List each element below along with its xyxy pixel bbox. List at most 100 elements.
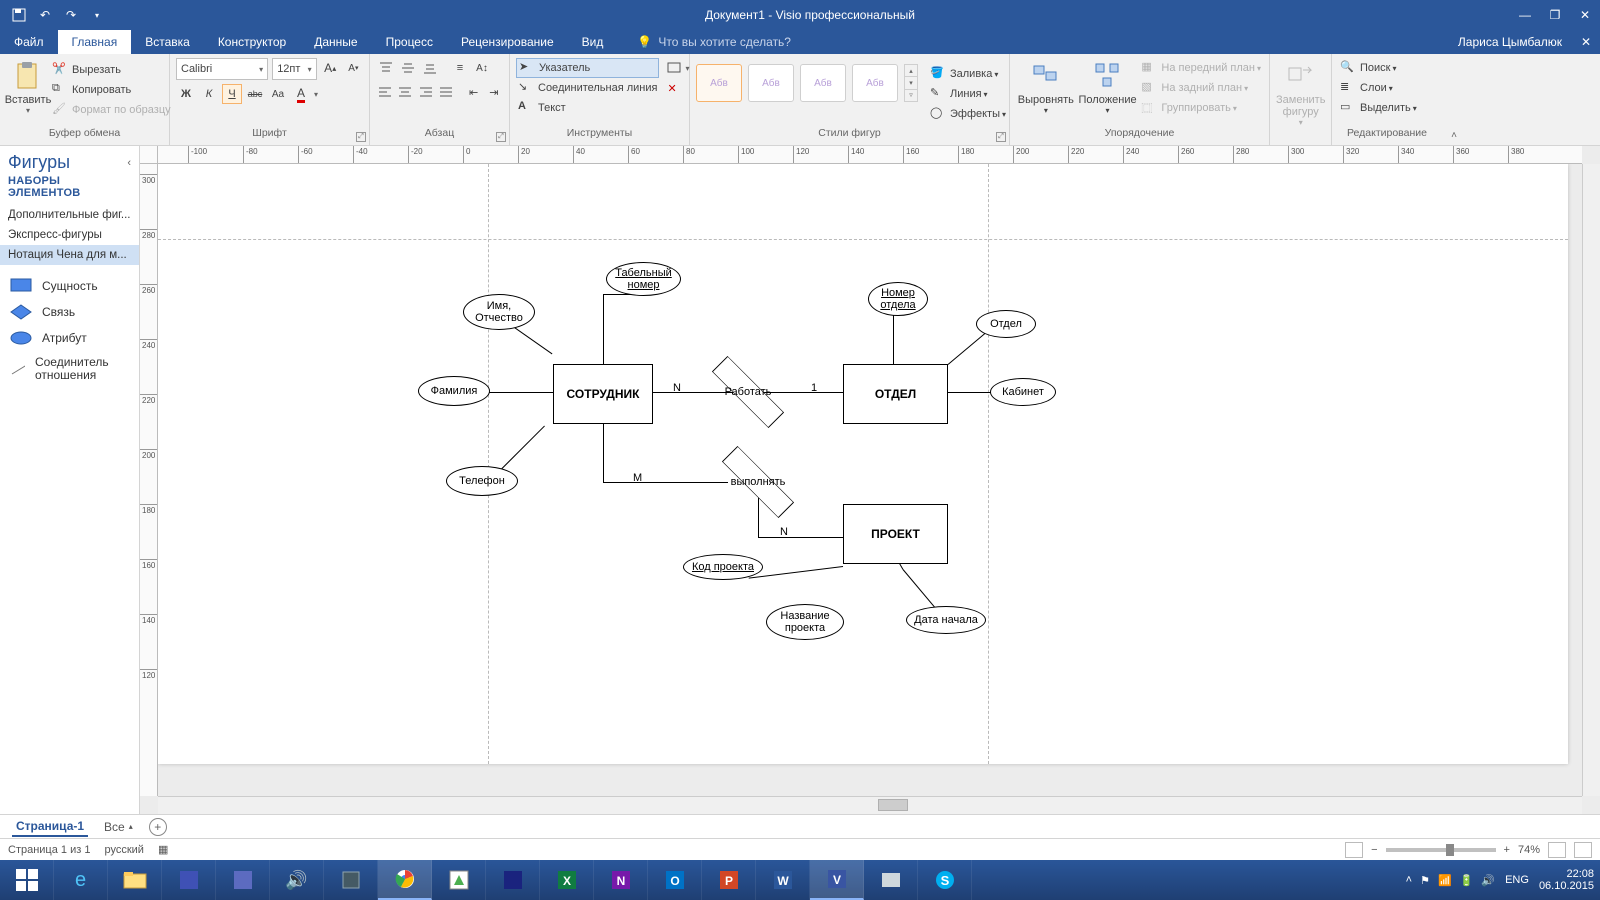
style-preset-3[interactable]: Абв	[800, 64, 846, 102]
zoom-in-button[interactable]: +	[1504, 844, 1510, 856]
justify-button[interactable]	[437, 82, 455, 102]
delete-tool-button[interactable]: ✕	[665, 78, 691, 98]
guide-vertical-2[interactable]	[988, 164, 989, 764]
ruler-vertical[interactable]: 300280260240220200180160140120	[140, 164, 158, 796]
taskbar-app-3[interactable]	[432, 860, 486, 900]
taskbar-ie[interactable]: e	[54, 860, 108, 900]
restore-icon[interactable]: ❐	[1540, 0, 1570, 30]
tab-design[interactable]: Конструктор	[204, 30, 300, 54]
collapse-ribbon-button[interactable]: ˄	[1442, 54, 1466, 145]
align-bottom-button[interactable]	[420, 58, 440, 78]
tab-review[interactable]: Рецензирование	[447, 30, 568, 54]
style-gallery-more[interactable]: ▴▾▿	[904, 64, 918, 102]
taskbar-app-5[interactable]	[864, 860, 918, 900]
decrease-indent-button[interactable]: ⇤	[464, 82, 482, 102]
stencil-quick[interactable]: Экспресс-фигуры	[0, 225, 139, 245]
attr-start[interactable]: Дата начала	[906, 606, 986, 634]
paste-button[interactable]: Вставить ▾	[6, 58, 50, 127]
save-icon[interactable]	[6, 3, 32, 27]
cut-button[interactable]: ✂️Вырезать	[50, 60, 173, 80]
change-shape-button[interactable]: Заменить фигуру▾	[1276, 58, 1325, 127]
font-size-combo[interactable]: 12пт▾	[272, 58, 316, 80]
fit-window-button[interactable]	[1548, 842, 1566, 858]
taskbar-app-4[interactable]	[486, 860, 540, 900]
taskbar-app-1[interactable]	[162, 860, 216, 900]
zoom-out-button[interactable]: −	[1371, 844, 1377, 856]
shrink-font-button[interactable]: A▾	[344, 58, 363, 78]
fill-button[interactable]: 🪣Заливка▾	[928, 64, 1008, 84]
align-middle-button[interactable]	[398, 58, 418, 78]
attr-tab-no[interactable]: Табельный номер	[606, 262, 681, 296]
style-preset-1[interactable]: Абв	[696, 64, 742, 102]
guide-horizontal-1[interactable]	[158, 239, 1568, 240]
relation-perform[interactable]: выполнять	[718, 462, 798, 502]
stencil-more[interactable]: Дополнительные фиг...	[0, 205, 139, 225]
stencil-chen[interactable]: Нотация Чена для м...	[0, 245, 139, 265]
align-center-button[interactable]	[396, 82, 414, 102]
find-button[interactable]: 🔍Поиск▾	[1338, 58, 1436, 78]
layers-button[interactable]: ≣Слои▾	[1338, 78, 1436, 98]
entity-project[interactable]: ПРОЕКТ	[843, 504, 948, 564]
align-top-button[interactable]	[376, 58, 396, 78]
attr-dept[interactable]: Отдел	[976, 310, 1036, 338]
fullscreen-button[interactable]	[1574, 842, 1592, 858]
relation-work[interactable]: Работать	[708, 372, 788, 412]
style-preset-2[interactable]: Абв	[748, 64, 794, 102]
attr-surname[interactable]: Фамилия	[418, 376, 490, 406]
align-left-button[interactable]	[376, 82, 394, 102]
close-doc-icon[interactable]: ✕	[1572, 30, 1600, 54]
redo-icon[interactable]: ↷	[58, 3, 84, 27]
tray-chevron-icon[interactable]: ˄	[1406, 874, 1412, 886]
entity-department[interactable]: ОТДЕЛ	[843, 364, 948, 424]
shape-relation[interactable]: Связь	[0, 299, 139, 325]
undo-icon[interactable]: ↶	[32, 3, 58, 27]
tab-home[interactable]: Главная	[58, 30, 132, 54]
taskbar-virtualbox[interactable]	[324, 860, 378, 900]
taskbar-skype[interactable]: S	[918, 860, 972, 900]
add-page-button[interactable]: +	[149, 818, 167, 836]
connector-tool-button[interactable]: ↘Соединительная линия	[516, 78, 659, 98]
tab-file[interactable]: Файл	[0, 30, 58, 54]
drawing-page[interactable]: СОТРУДНИК ОТДЕЛ ПРОЕКТ Работать выполнят…	[158, 164, 1568, 764]
tab-data[interactable]: Данные	[300, 30, 371, 54]
page-tab-all[interactable]: Все▴	[104, 820, 133, 834]
taskbar-outlook[interactable]: O	[648, 860, 702, 900]
taskbar-chrome[interactable]	[378, 860, 432, 900]
position-button[interactable]: Положение▾	[1076, 58, 1140, 127]
send-back-button[interactable]: ▧На задний план▾	[1139, 78, 1263, 98]
horizontal-scrollbar[interactable]	[158, 796, 1582, 814]
vertical-scrollbar[interactable]	[1582, 164, 1600, 796]
page-tab-1[interactable]: Страница-1	[12, 817, 88, 837]
style-preset-4[interactable]: Абв	[852, 64, 898, 102]
para-dialog-launcher[interactable]: ⤢	[496, 132, 506, 142]
tray-language[interactable]: ENG	[1505, 874, 1529, 886]
group-button[interactable]: ⿴Группировать▾	[1139, 98, 1263, 118]
tab-insert[interactable]: Вставка	[131, 30, 204, 54]
attr-proj-code[interactable]: Код проекта	[683, 554, 763, 580]
taskbar-excel[interactable]: X	[540, 860, 594, 900]
taskbar-visio[interactable]: V	[810, 860, 864, 900]
tab-view[interactable]: Вид	[568, 30, 618, 54]
attr-room[interactable]: Кабинет	[990, 378, 1056, 406]
taskbar-app-2[interactable]	[216, 860, 270, 900]
attr-dept-no[interactable]: Номер отдела	[868, 282, 928, 316]
status-language[interactable]: русский	[104, 844, 143, 856]
tray-volume-icon[interactable]: 🔊	[1481, 874, 1495, 887]
font-family-combo[interactable]: Calibri▾	[176, 58, 268, 80]
minimize-icon[interactable]: —	[1510, 0, 1540, 30]
tab-process[interactable]: Процесс	[372, 30, 447, 54]
align-right-button[interactable]	[417, 82, 435, 102]
canvas-viewport[interactable]: СОТРУДНИК ОТДЕЛ ПРОЕКТ Работать выполнят…	[158, 164, 1582, 796]
qat-customize-icon[interactable]: ▾	[84, 3, 110, 27]
text-tool-button[interactable]: AТекст	[516, 98, 659, 118]
taskbar-explorer[interactable]	[108, 860, 162, 900]
entity-employee[interactable]: СОТРУДНИК	[553, 364, 653, 424]
guide-vertical-1[interactable]	[488, 164, 489, 764]
attr-phone[interactable]: Телефон	[446, 466, 518, 496]
tray-flag-icon[interactable]: ⚑	[1420, 874, 1430, 887]
bring-front-button[interactable]: ▦На передний план▾	[1139, 58, 1263, 78]
grow-font-button[interactable]: A▴	[321, 58, 340, 78]
taskbar-onenote[interactable]: N	[594, 860, 648, 900]
text-direction-button[interactable]: A↕	[472, 58, 492, 78]
bullets-button[interactable]: ≡	[450, 58, 470, 78]
